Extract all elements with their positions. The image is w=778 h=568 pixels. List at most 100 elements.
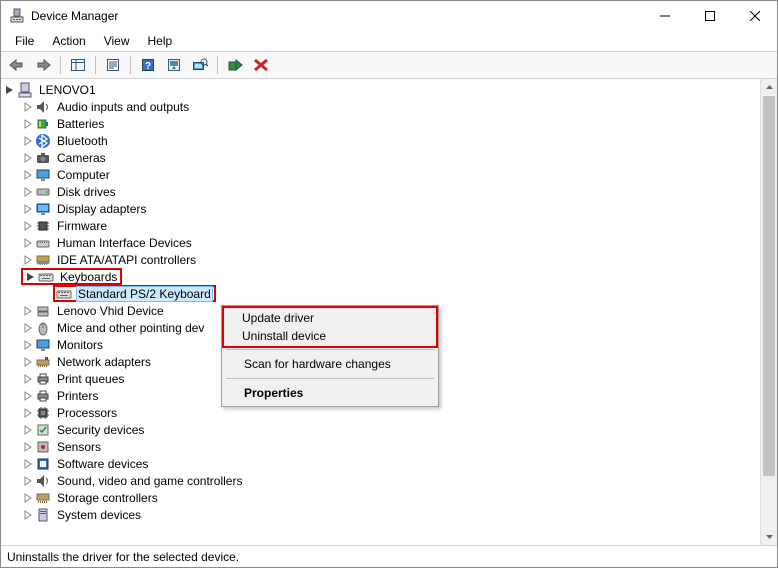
menu-view[interactable]: View: [96, 32, 138, 50]
device-icon: [35, 303, 51, 319]
category-label: Lenovo Vhid Device: [55, 304, 166, 318]
tree-category-display[interactable]: Display adapters: [3, 200, 760, 217]
toolbar-separator: [60, 56, 61, 74]
back-button[interactable]: [5, 54, 29, 76]
category-label: Security devices: [55, 423, 146, 437]
processor-icon: [35, 405, 51, 421]
titlebar: Device Manager: [1, 1, 777, 31]
tree-category-firmware[interactable]: Firmware: [3, 217, 760, 234]
ctx-label: Update driver: [242, 311, 314, 325]
uninstall-device-button[interactable]: [249, 54, 273, 76]
expand-icon[interactable]: [21, 406, 35, 420]
tree-category-audio[interactable]: Audio inputs and outputs: [3, 98, 760, 115]
forward-button[interactable]: [31, 54, 55, 76]
expand-icon[interactable]: [21, 253, 35, 267]
tree-category-batteries[interactable]: Batteries: [3, 115, 760, 132]
expand-icon[interactable]: [21, 321, 35, 335]
expand-icon[interactable]: [21, 304, 35, 318]
expand-icon[interactable]: [21, 168, 35, 182]
tree-category-computer[interactable]: Computer: [3, 166, 760, 183]
category-label: Disk drives: [55, 185, 118, 199]
scroll-down-button[interactable]: [761, 528, 777, 545]
ctx-separator: [226, 349, 434, 350]
expand-icon[interactable]: [21, 491, 35, 505]
expand-icon[interactable]: [21, 389, 35, 403]
scroll-track[interactable]: [761, 96, 777, 528]
tree-device-ps2-keyboard[interactable]: Standard PS/2 Keyboard: [3, 285, 760, 302]
expand-icon[interactable]: [21, 236, 35, 250]
tree-category-hid[interactable]: Human Interface Devices: [3, 234, 760, 251]
tree-category-ide[interactable]: IDE ATA/ATAPI controllers: [3, 251, 760, 268]
ctx-uninstall-device[interactable]: Uninstall device: [222, 326, 438, 348]
scroll-up-button[interactable]: [761, 79, 777, 96]
enable-device-button[interactable]: [223, 54, 247, 76]
expand-icon[interactable]: [21, 474, 35, 488]
tree-category-system[interactable]: System devices: [3, 506, 760, 523]
category-label: Firmware: [55, 219, 109, 233]
ctx-properties[interactable]: Properties: [224, 382, 436, 404]
ctx-update-driver[interactable]: Update driver: [222, 306, 438, 328]
category-label: Processors: [55, 406, 119, 420]
tree-root[interactable]: LENOVO1: [3, 81, 760, 98]
expand-icon[interactable]: [21, 151, 35, 165]
collapse-icon[interactable]: [24, 270, 38, 284]
ctx-scan-hardware[interactable]: Scan for hardware changes: [224, 353, 436, 375]
expand-icon[interactable]: [21, 423, 35, 437]
properties-button[interactable]: [101, 54, 125, 76]
vertical-scrollbar[interactable]: [760, 79, 777, 545]
category-label: Audio inputs and outputs: [55, 100, 191, 114]
category-label: System devices: [55, 508, 143, 522]
maximize-button[interactable]: [687, 1, 732, 31]
printer-icon: [35, 371, 51, 387]
expand-icon[interactable]: [21, 355, 35, 369]
device-tree[interactable]: LENOVO1 Audio inputs and outputs Batteri…: [1, 79, 760, 545]
toolbar-separator: [130, 56, 131, 74]
update-driver-button[interactable]: [162, 54, 186, 76]
category-label: Network adapters: [55, 355, 153, 369]
category-label: Print queues: [55, 372, 126, 386]
category-label: Keyboards: [58, 270, 119, 284]
firmware-icon: [35, 218, 51, 234]
expand-icon[interactable]: [21, 508, 35, 522]
category-label: Monitors: [55, 338, 105, 352]
expand-icon[interactable]: [21, 219, 35, 233]
expand-icon[interactable]: [21, 338, 35, 352]
expand-icon[interactable]: [21, 372, 35, 386]
help-button[interactable]: ?: [136, 54, 160, 76]
show-hide-tree-button[interactable]: [66, 54, 90, 76]
expand-icon[interactable]: [3, 83, 17, 97]
ide-icon: [35, 252, 51, 268]
tree-category-cameras[interactable]: Cameras: [3, 149, 760, 166]
tree-category-security[interactable]: Security devices: [3, 421, 760, 438]
menu-help[interactable]: Help: [140, 32, 181, 50]
tree-category-disk[interactable]: Disk drives: [3, 183, 760, 200]
tree-category-keyboards[interactable]: Keyboards: [3, 268, 760, 285]
category-label: Batteries: [55, 117, 106, 131]
expand-icon[interactable]: [21, 440, 35, 454]
category-label: IDE ATA/ATAPI controllers: [55, 253, 198, 267]
monitor-icon: [35, 337, 51, 353]
menu-file[interactable]: File: [7, 32, 42, 50]
tree-category-storage[interactable]: Storage controllers: [3, 489, 760, 506]
category-label: Sound, video and game controllers: [55, 474, 244, 488]
network-icon: [35, 354, 51, 370]
system-icon: [35, 507, 51, 523]
expand-icon[interactable]: [21, 117, 35, 131]
menu-action[interactable]: Action: [44, 32, 93, 50]
toolbar-separator: [217, 56, 218, 74]
category-label: Printers: [55, 389, 100, 403]
scroll-thumb[interactable]: [763, 96, 775, 476]
close-button[interactable]: [732, 1, 777, 31]
tree-category-software[interactable]: Software devices: [3, 455, 760, 472]
expand-icon[interactable]: [21, 202, 35, 216]
scan-hardware-button[interactable]: [188, 54, 212, 76]
expand-icon[interactable]: [21, 457, 35, 471]
minimize-button[interactable]: [642, 1, 687, 31]
expand-icon[interactable]: [21, 134, 35, 148]
tree-category-sensors[interactable]: Sensors: [3, 438, 760, 455]
monitor-icon: [35, 167, 51, 183]
expand-icon[interactable]: [21, 100, 35, 114]
tree-category-bluetooth[interactable]: Bluetooth: [3, 132, 760, 149]
tree-category-sound[interactable]: Sound, video and game controllers: [3, 472, 760, 489]
expand-icon[interactable]: [21, 185, 35, 199]
